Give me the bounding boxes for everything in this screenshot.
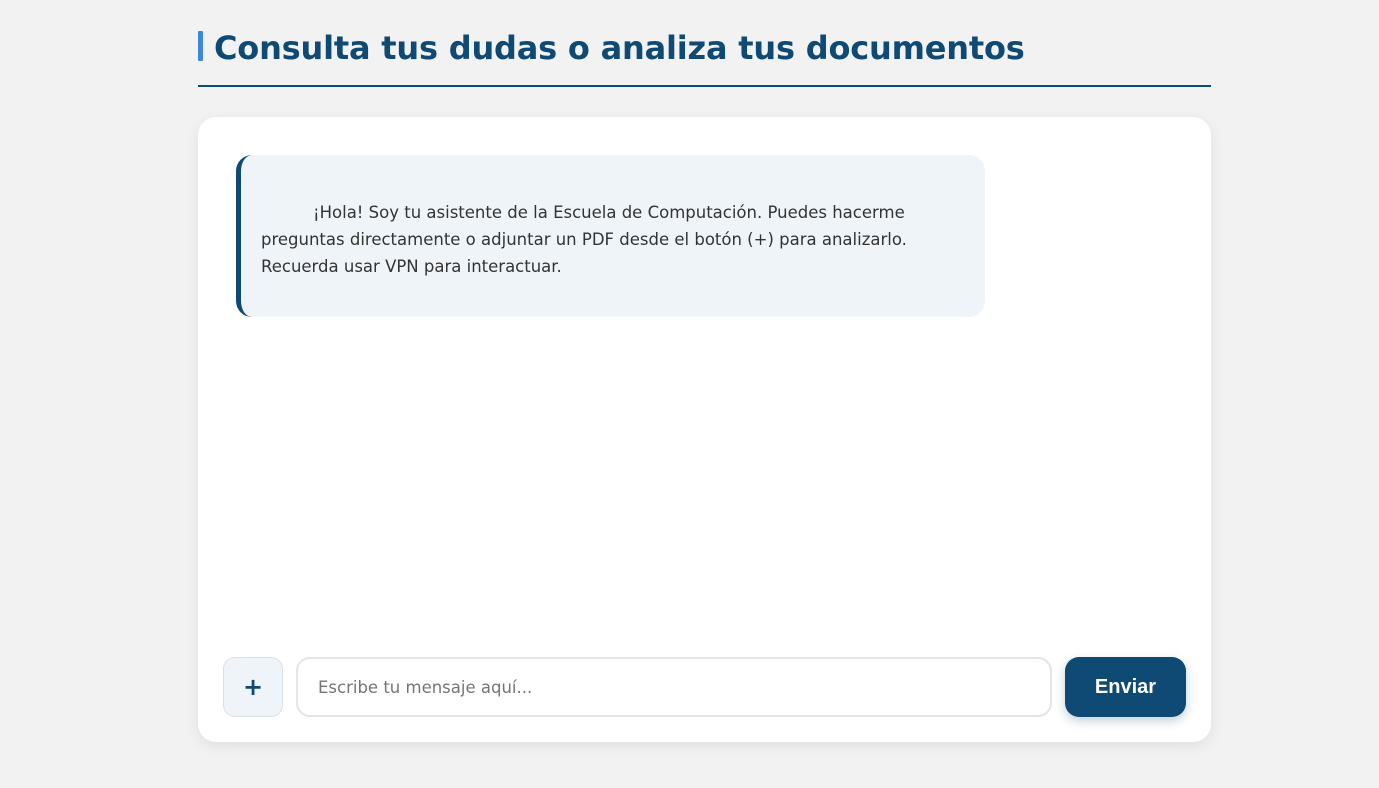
message-input[interactable] [296, 657, 1052, 717]
page-header: Consulta tus dudas o analiza tus documen… [198, 26, 1211, 87]
send-button[interactable]: Enviar [1065, 657, 1186, 717]
page-title: Consulta tus dudas o analiza tus documen… [214, 29, 1025, 67]
title-accent-bar [198, 31, 203, 61]
page: Consulta tus dudas o analiza tus documen… [0, 0, 1379, 788]
attach-pdf-button[interactable]: + [223, 657, 283, 717]
chat-panel: ¡Hola! Soy tu asistente de la Escuela de… [198, 117, 1211, 742]
bot-message-bubble: ¡Hola! Soy tu asistente de la Escuela de… [236, 155, 985, 317]
bot-message-text: ¡Hola! Soy tu asistente de la Escuela de… [261, 203, 907, 276]
